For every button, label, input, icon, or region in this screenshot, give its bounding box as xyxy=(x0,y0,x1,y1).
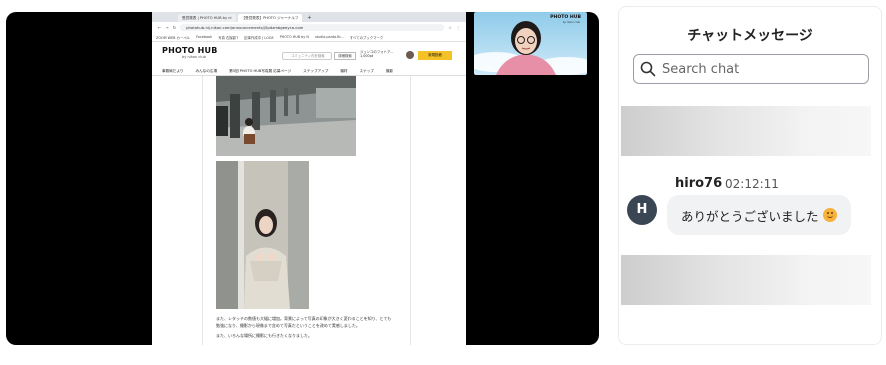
search-icon xyxy=(634,54,662,84)
back-icon[interactable]: ← xyxy=(158,25,161,30)
chat-title: チャットメッセージ xyxy=(687,28,813,44)
nav-item[interactable]: 機材 xyxy=(340,66,347,75)
message-text: ありがとうございました xyxy=(681,208,819,224)
bookmark-item[interactable]: 記事作成中 | LOGE xyxy=(244,35,273,40)
message-time: 02:12:11 xyxy=(725,177,779,191)
chat-search-input[interactable] xyxy=(662,61,852,77)
bookmark-item[interactable]: PHOTO HUB by N xyxy=(280,35,309,39)
nav-item[interactable]: スナップ xyxy=(360,66,374,75)
bookmark-item[interactable]: 写真 右撮影T xyxy=(218,35,238,40)
chat-panel: チャットメッセージ hiro76 02:12:11 H ありがとうございました xyxy=(618,6,882,345)
message-avatar: H xyxy=(627,195,657,225)
nav-item[interactable]: 撮影 xyxy=(386,66,393,75)
article-caption: また、レタッチの数値も大幅に増加。背景によって写真の印象が大きく変わることを知り… xyxy=(216,316,416,340)
blurred-message xyxy=(621,106,871,156)
site-nav: 事務局だより みんなの広場 第3回 PHOTO HUB写真展 応募ページ ステッ… xyxy=(152,66,466,76)
browser-tab[interactable]: 受賞発表 | PHOTO HUB by ni xyxy=(178,14,236,22)
user-avatar[interactable] xyxy=(406,51,414,59)
meeting-window: 受賞発表 | PHOTO HUB by ni 【受賞発表】PHOTO ジャーナル… xyxy=(0,0,886,365)
corridor-illustration xyxy=(216,76,356,156)
column-divider xyxy=(410,76,411,345)
shared-browser-screen: 受賞発表 | PHOTO HUB by ni 【受賞発表】PHOTO ジャーナル… xyxy=(152,12,466,345)
chat-search-box[interactable] xyxy=(633,54,869,84)
article-body: また、レタッチの数値も大幅に増加。背景によって写真の印象が大きく変わることを知り… xyxy=(152,76,466,345)
column-divider xyxy=(202,76,203,345)
forward-icon[interactable]: → xyxy=(165,25,168,30)
browser-address-bar: ← → ↻ photohub.nij.nikon.com/announcemen… xyxy=(152,22,466,33)
site-search-input[interactable]: コミュニティ内を検索 xyxy=(282,52,332,60)
caption-line: 勉強になり、撮影から現像まで含めて写真だということを改めて実感しました。 xyxy=(216,322,360,328)
message-author: hiro76 xyxy=(675,176,723,191)
new-tab-button[interactable]: + xyxy=(304,14,314,22)
portrait-illustration xyxy=(216,161,309,309)
url-field[interactable]: photohub.nij.nikon.com/announcements/j5p… xyxy=(180,24,445,31)
bookmark-item[interactable]: studio.pardo.fb... xyxy=(315,35,344,39)
community-points: 1,000pt xyxy=(360,54,374,58)
nav-item[interactable]: みんなの広場 xyxy=(196,66,218,75)
nav-item[interactable]: 事務局だより xyxy=(162,66,184,75)
smiling-face-emoji-icon xyxy=(822,208,837,222)
article-photo-corridor[interactable] xyxy=(216,76,356,156)
star-icon[interactable]: ☆ xyxy=(448,25,452,30)
bookmark-item[interactable]: ZOOM WEB カーペル xyxy=(156,35,190,40)
article-photo-portrait[interactable] xyxy=(216,161,309,309)
message-bubble[interactable]: ありがとうございました xyxy=(667,195,851,235)
camera-background-logo: PHOTO HUB xyxy=(550,15,581,20)
camera-background-logo-sub: by nikon club xyxy=(562,21,580,24)
advanced-search-button[interactable]: 詳細検索 xyxy=(334,52,356,60)
blurred-message xyxy=(621,255,871,305)
nav-item[interactable]: 第3回 PHOTO HUB写真展 応募ページ xyxy=(229,66,291,75)
menu-icon[interactable]: ⋮ xyxy=(456,25,460,30)
caption-line: また、いろんな場所に撮影にも行きたくなりました。 xyxy=(216,333,312,338)
nav-item[interactable]: ステップアップ xyxy=(303,66,328,75)
bookmarks-bar: ZOOM WEB カーペル Facebook 写真 右撮影T 記事作成中 | L… xyxy=(152,33,466,42)
browser-tab-strip: 受賞発表 | PHOTO HUB by ni 【受賞発表】PHOTO ジャーナル… xyxy=(152,12,466,22)
site-header: PHOTO HUB by nikon club コミュニティ内を検索 詳細検索 … xyxy=(152,42,466,66)
browser-tab-active[interactable]: 【受賞発表】PHOTO ジャーナルフ xyxy=(237,14,303,22)
community-status[interactable]: ジュンコのフォトア... 1,000pt xyxy=(360,50,394,58)
new-post-button[interactable]: 新規投稿 xyxy=(418,51,452,60)
bookmark-item[interactable]: Facebook xyxy=(196,35,212,39)
caption-line: また、レタッチの数値も大幅に増加。背景によって写真の印象が大きく変わることを知り… xyxy=(216,316,392,321)
bookmark-item[interactable]: すべてのブックマーク xyxy=(350,35,384,40)
reload-icon[interactable]: ↻ xyxy=(173,25,176,30)
participant-video-tile[interactable]: PHOTO HUB by nikon club xyxy=(474,12,587,75)
